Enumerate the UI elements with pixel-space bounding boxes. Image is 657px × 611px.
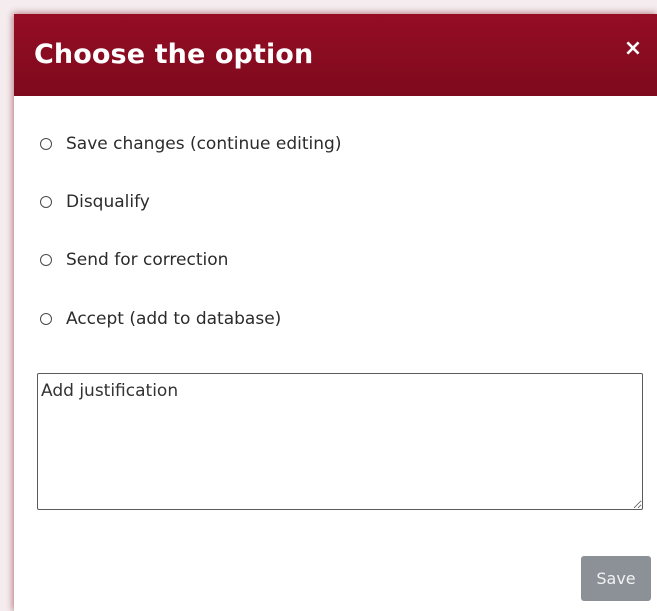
- justification-textarea[interactable]: [37, 373, 643, 510]
- radio-button[interactable]: [40, 196, 52, 208]
- option-label: Accept (add to database): [66, 309, 282, 329]
- close-icon[interactable]: ×: [621, 37, 645, 61]
- radio-button[interactable]: [40, 138, 52, 150]
- option-save-changes[interactable]: Save changes (continue editing): [40, 132, 341, 156]
- save-button[interactable]: Save: [581, 556, 651, 601]
- option-accept[interactable]: Accept (add to database): [40, 307, 281, 331]
- radio-button[interactable]: [40, 254, 52, 266]
- option-label: Disqualify: [66, 192, 150, 212]
- option-label: Save changes (continue editing): [66, 134, 342, 154]
- dialog-title: Choose the option: [34, 39, 314, 70]
- option-label: Send for correction: [66, 250, 229, 270]
- radio-button[interactable]: [40, 313, 52, 325]
- option-send-for-correction[interactable]: Send for correction: [40, 248, 228, 272]
- option-disqualify[interactable]: Disqualify: [40, 190, 150, 214]
- choose-option-dialog: Choose the option × Save changes (contin…: [14, 14, 657, 611]
- dialog-header: Choose the option ×: [14, 14, 657, 96]
